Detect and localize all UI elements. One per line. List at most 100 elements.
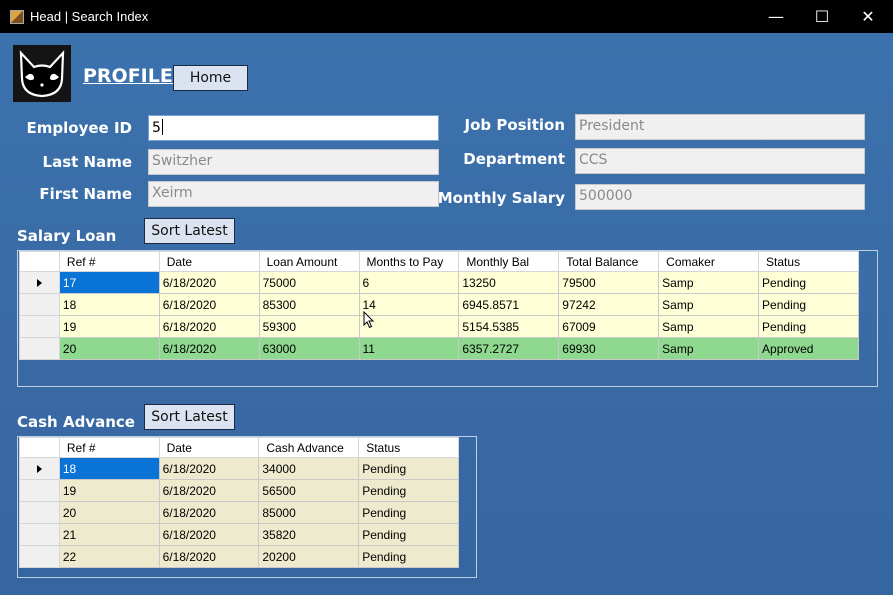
table-row[interactable]: 21 6/18/2020 35820 Pending	[19, 523, 459, 546]
row-selector[interactable]	[19, 479, 60, 502]
table-cell[interactable]: 6/18/2020	[158, 479, 260, 502]
table-cell[interactable]: 6/18/2020	[158, 523, 260, 546]
table-cell[interactable]: Pending	[758, 271, 859, 294]
department-label: Department	[463, 150, 565, 168]
table-cell[interactable]: 18	[58, 457, 160, 480]
home-button[interactable]: Home	[173, 65, 248, 91]
table-cell[interactable]: Pending	[358, 545, 459, 568]
table-row[interactable]: 18 6/18/2020 34000 Pending	[19, 457, 459, 480]
table-cell[interactable]: 6/18/2020	[158, 271, 260, 294]
row-selector[interactable]	[19, 315, 60, 338]
table-cell[interactable]: 56500	[258, 479, 360, 502]
table-cell[interactable]: 79500	[558, 271, 660, 294]
table-cell[interactable]: 6/18/2020	[158, 293, 260, 316]
table-row[interactable]: 19 6/18/2020 56500 Pending	[19, 479, 459, 502]
table-cell[interactable]: 19	[58, 315, 160, 338]
main-content: PROFILE Home Employee ID 5 Last Name Swi…	[0, 33, 893, 595]
column-header[interactable]: Comaker	[658, 251, 760, 272]
employee-id-input[interactable]: 5	[148, 115, 439, 141]
department-input[interactable]: CCS	[575, 148, 865, 174]
table-cell[interactable]: 6/18/2020	[158, 501, 260, 524]
table-cell[interactable]: 97242	[558, 293, 660, 316]
table-cell[interactable]: 75000	[258, 271, 360, 294]
column-header[interactable]: Status	[758, 251, 859, 272]
column-header[interactable]: Ref #	[58, 437, 160, 458]
table-header-row: Ref # Date Loan Amount Months to Pay Mon…	[19, 251, 859, 272]
first-name-input[interactable]: Xeirm	[148, 181, 439, 207]
table-row[interactable]: 22 6/18/2020 20200 Pending	[19, 545, 459, 568]
table-cell[interactable]: 20200	[258, 545, 360, 568]
table-cell[interactable]: Pending	[358, 479, 459, 502]
table-cell[interactable]: 13250	[458, 271, 560, 294]
table-cell[interactable]: 19	[58, 479, 160, 502]
row-selector[interactable]	[19, 545, 60, 568]
minimize-button[interactable]: —	[753, 0, 799, 33]
table-cell[interactable]: 69930	[558, 337, 660, 360]
table-row[interactable]: 20 6/18/2020 85000 Pending	[19, 501, 459, 524]
table-cell[interactable]: 5154.5385	[458, 315, 560, 338]
column-header[interactable]: Date	[158, 437, 260, 458]
close-icon: ✕	[861, 7, 875, 26]
table-cell[interactable]: Samp	[658, 315, 760, 338]
table-cell[interactable]: 85000	[258, 501, 360, 524]
cash-advance-sort-button[interactable]: Sort Latest	[144, 404, 235, 430]
close-button[interactable]: ✕	[845, 0, 891, 33]
column-header[interactable]: Ref #	[58, 251, 160, 272]
table-row[interactable]: 17 6/18/2020 75000 6 13250 79500 Samp Pe…	[19, 271, 859, 294]
salary-loan-table[interactable]: Ref # Date Loan Amount Months to Pay Mon…	[19, 251, 859, 360]
table-cell[interactable]: 11	[358, 337, 460, 360]
table-cell[interactable]: 21	[58, 523, 160, 546]
table-cell[interactable]: 6357.2727	[458, 337, 560, 360]
column-header[interactable]: Status	[358, 437, 459, 458]
row-selector[interactable]	[19, 293, 60, 316]
column-header[interactable]: Date	[158, 251, 260, 272]
table-cell[interactable]: Approved	[758, 337, 859, 360]
table-cell[interactable]: 17	[58, 271, 160, 294]
table-row[interactable]: 18 6/18/2020 85300 14 6945.8571 97242 Sa…	[19, 293, 859, 316]
table-row[interactable]: 19 6/18/2020 59300 5154.5385 67009 Samp …	[19, 315, 859, 338]
table-cell[interactable]: 6/18/2020	[158, 315, 260, 338]
table-cell[interactable]: 59300	[258, 315, 360, 338]
monthly-salary-input[interactable]: 500000	[575, 184, 865, 210]
row-selector[interactable]	[19, 523, 60, 546]
table-cell[interactable]: 35820	[258, 523, 360, 546]
last-name-input[interactable]: Switzher	[148, 149, 439, 175]
table-cell[interactable]: 85300	[258, 293, 360, 316]
table-cell[interactable]: 6945.8571	[458, 293, 560, 316]
table-cell[interactable]: 22	[58, 545, 160, 568]
row-selector[interactable]	[19, 271, 60, 294]
table-cell[interactable]: 67009	[558, 315, 660, 338]
table-cell[interactable]: 18	[58, 293, 160, 316]
table-cell[interactable]: 6/18/2020	[158, 457, 260, 480]
column-header[interactable]: Loan Amount	[258, 251, 360, 272]
table-cell[interactable]: Samp	[658, 271, 760, 294]
table-cell[interactable]: 34000	[258, 457, 360, 480]
row-selector[interactable]	[19, 501, 60, 524]
first-name-label: First Name	[39, 185, 132, 203]
table-cell[interactable]: 6	[358, 271, 460, 294]
table-row[interactable]: 20 6/18/2020 63000 11 6357.2727 69930 Sa…	[19, 337, 859, 360]
table-cell[interactable]: Pending	[758, 315, 859, 338]
column-header[interactable]: Monthly Bal	[458, 251, 560, 272]
cash-advance-table[interactable]: Ref # Date Cash Advance Status 18 6/18/2…	[19, 437, 459, 568]
maximize-button[interactable]: ☐	[799, 0, 845, 33]
table-cell[interactable]: Pending	[358, 523, 459, 546]
row-selector[interactable]	[19, 337, 60, 360]
table-cell[interactable]: 6/18/2020	[158, 545, 260, 568]
table-cell[interactable]: Samp	[658, 337, 760, 360]
table-cell[interactable]: 20	[58, 501, 160, 524]
table-cell[interactable]: 6/18/2020	[158, 337, 260, 360]
table-cell[interactable]: 20	[58, 337, 160, 360]
job-position-input[interactable]: President	[575, 114, 865, 140]
table-cell[interactable]: Pending	[358, 457, 459, 480]
table-cell[interactable]: Pending	[758, 293, 859, 316]
column-header[interactable]: Months to Pay	[358, 251, 460, 272]
row-selector[interactable]	[19, 457, 60, 480]
table-cell[interactable]: Samp	[658, 293, 760, 316]
column-header[interactable]: Total Balance	[558, 251, 660, 272]
table-header-row: Ref # Date Cash Advance Status	[19, 437, 459, 458]
table-cell[interactable]: 63000	[258, 337, 360, 360]
table-cell[interactable]: Pending	[358, 501, 459, 524]
salary-loan-sort-button[interactable]: Sort Latest	[144, 218, 235, 244]
column-header[interactable]: Cash Advance	[258, 437, 360, 458]
